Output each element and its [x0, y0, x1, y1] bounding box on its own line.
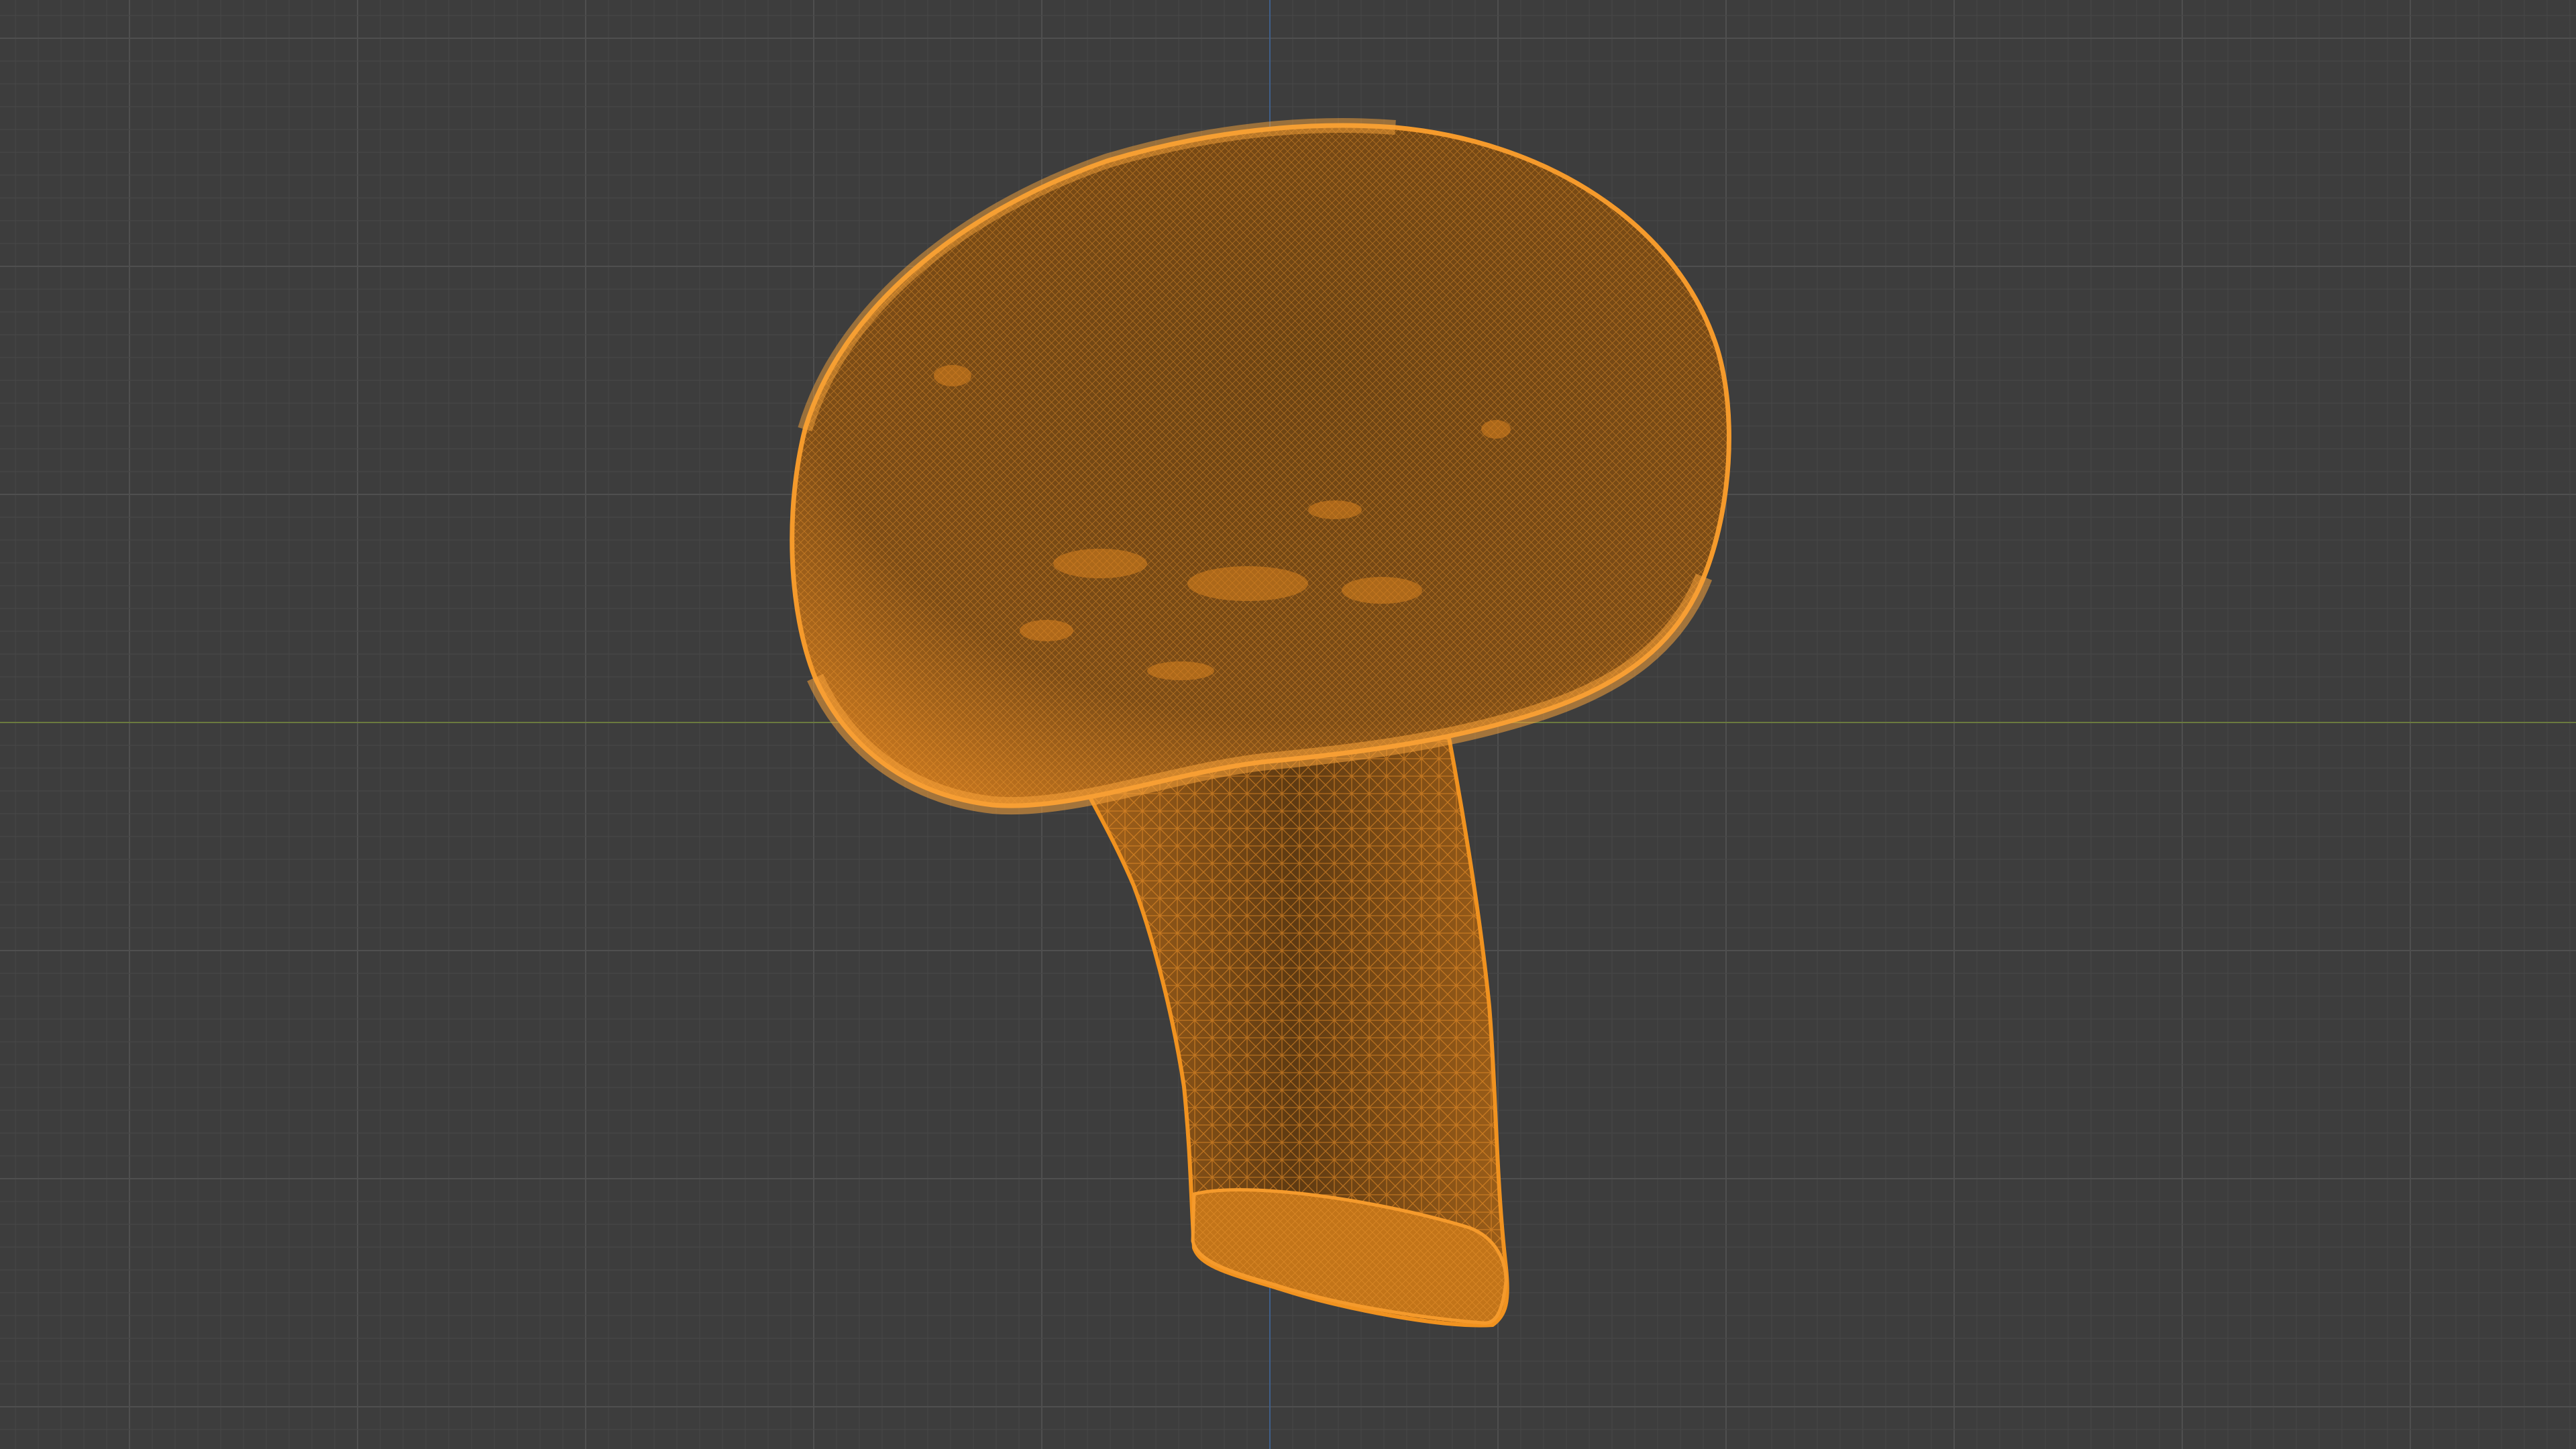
3d-viewport[interactable]: [0, 0, 2576, 1449]
viewport-canvas[interactable]: [0, 0, 2576, 1449]
mushroom-cap[interactable]: [790, 118, 1731, 815]
mushroom-mesh[interactable]: [790, 118, 1731, 1328]
mushroom-stem[interactable]: [1077, 735, 1509, 1328]
